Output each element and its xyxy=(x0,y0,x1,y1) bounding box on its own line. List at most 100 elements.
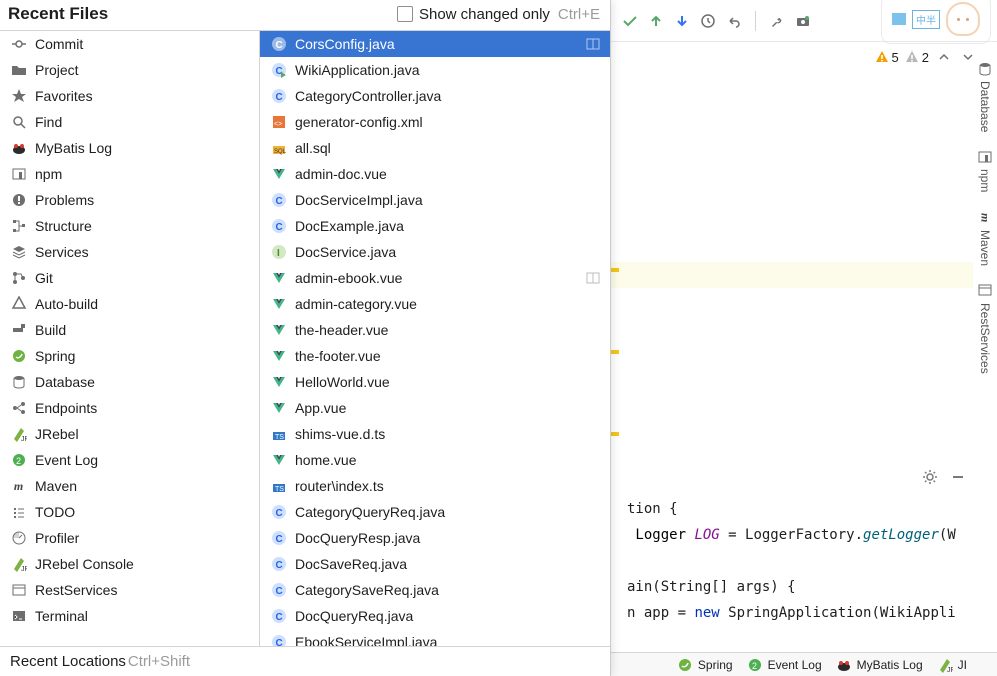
tool-label: Git xyxy=(35,270,53,286)
warnings-yellow[interactable]: 5 xyxy=(875,50,899,65)
code-editor[interactable]: tion { Logger LOG = LoggerFactory.getLog… xyxy=(611,490,997,632)
status-item-mybatis-log[interactable]: MyBatis Log xyxy=(836,656,923,673)
split-icon[interactable] xyxy=(586,271,600,285)
file-item[interactable]: the-footer.vue xyxy=(260,343,610,369)
tool-item-find[interactable]: Find xyxy=(0,109,259,135)
right-tool-database[interactable]: Database xyxy=(977,60,994,132)
camera-icon[interactable] xyxy=(794,12,812,30)
tool-label: Project xyxy=(35,62,79,78)
file-item[interactable]: CCategorySaveReq.java xyxy=(260,577,610,603)
file-item[interactable]: App.vue xyxy=(260,395,610,421)
recent-files-list[interactable]: CCorsConfig.javaCWikiApplication.javaCCa… xyxy=(260,31,610,646)
show-changed-only-toggle[interactable]: Show changed only Ctrl+E xyxy=(397,6,600,23)
gear-icon[interactable] xyxy=(921,468,939,486)
tool-item-jrebel[interactable]: JRJRebel xyxy=(0,421,259,447)
jrebelc-icon: JR xyxy=(10,556,27,573)
class-run-icon: C xyxy=(270,62,287,79)
file-item[interactable]: CCategoryController.java xyxy=(260,83,610,109)
status-item-event-log[interactable]: 2Event Log xyxy=(747,656,822,673)
right-tool-restservices[interactable]: RestServices xyxy=(977,282,994,374)
tool-item-jrebel-console[interactable]: JRJRebel Console xyxy=(0,551,259,577)
file-item[interactable]: TS router\index.ts xyxy=(260,473,610,499)
status-item-ji[interactable]: JRJI xyxy=(937,656,967,673)
ts-icon: TS xyxy=(270,426,287,443)
vue-icon xyxy=(270,400,287,417)
file-item[interactable]: admin-ebook.vue xyxy=(260,265,610,291)
file-item[interactable]: SQLall.sql xyxy=(260,135,610,161)
file-label: DocService.java xyxy=(295,244,396,260)
file-item[interactable]: home.vue xyxy=(260,447,610,473)
tool-item-todo[interactable]: TODO xyxy=(0,499,259,525)
panel-controls xyxy=(921,468,967,486)
tool-item-maven[interactable]: mMaven xyxy=(0,473,259,499)
mascot-widget[interactable]: 中半 xyxy=(881,0,991,44)
file-item[interactable]: CDocServiceImpl.java xyxy=(260,187,610,213)
vue-icon xyxy=(270,374,287,391)
tool-item-spring[interactable]: Spring xyxy=(0,343,259,369)
right-tool-maven[interactable]: mMaven xyxy=(977,209,994,266)
tool-item-mybatis-log[interactable]: MyBatis Log xyxy=(0,135,259,161)
file-item[interactable]: CCategoryQueryReq.java xyxy=(260,499,610,525)
tool-item-services[interactable]: Services xyxy=(0,239,259,265)
file-item[interactable]: HelloWorld.vue xyxy=(260,369,610,395)
tool-item-commit[interactable]: Commit xyxy=(0,31,259,57)
undo-icon[interactable] xyxy=(725,12,743,30)
file-item[interactable]: CCorsConfig.java xyxy=(260,31,610,57)
tool-label: Services xyxy=(35,244,89,260)
right-tool-npm[interactable]: npm xyxy=(977,148,994,192)
file-item[interactable]: CWikiApplication.java xyxy=(260,57,610,83)
tool-item-restservices[interactable]: RestServices xyxy=(0,577,259,603)
file-item[interactable]: admin-doc.vue xyxy=(260,161,610,187)
svg-text:C: C xyxy=(275,638,282,646)
file-item[interactable]: CEbookServiceImpl.java xyxy=(260,629,610,646)
ts-icon: TS xyxy=(270,478,287,495)
minimize-icon[interactable] xyxy=(949,468,967,486)
tool-item-npm[interactable]: npm xyxy=(0,161,259,187)
tool-label: Build xyxy=(35,322,66,338)
pull-icon[interactable] xyxy=(673,12,691,30)
database-icon xyxy=(10,374,27,391)
commit-check-icon[interactable] xyxy=(621,12,639,30)
checkbox-icon[interactable] xyxy=(397,6,413,22)
file-label: CategorySaveReq.java xyxy=(295,582,439,598)
chevron-up-icon[interactable] xyxy=(935,48,953,66)
tool-label: Terminal xyxy=(35,608,88,624)
warnings-gray[interactable]: 2 xyxy=(905,50,929,65)
tool-item-git[interactable]: Git xyxy=(0,265,259,291)
tool-item-endpoints[interactable]: Endpoints xyxy=(0,395,259,421)
folder-icon xyxy=(10,62,27,79)
status-item-spring[interactable]: Spring xyxy=(677,656,733,673)
tool-item-profiler[interactable]: Profiler xyxy=(0,525,259,551)
tool-windows-list[interactable]: Commit Project FavoritesFindMyBatis Lognpm… xyxy=(0,31,260,646)
file-item[interactable]: CDocSaveReq.java xyxy=(260,551,610,577)
file-item[interactable]: TS shims-vue.d.ts xyxy=(260,421,610,447)
tool-label: RestServices xyxy=(35,582,117,598)
tool-item-project[interactable]: Project xyxy=(0,57,259,83)
tool-item-problems[interactable]: Problems xyxy=(0,187,259,213)
wrench-icon[interactable] xyxy=(768,12,786,30)
tool-item-build[interactable]: Build xyxy=(0,317,259,343)
file-item[interactable]: the-header.vue xyxy=(260,317,610,343)
file-item[interactable]: CDocQueryResp.java xyxy=(260,525,610,551)
file-item[interactable]: CDocQueryReq.java xyxy=(260,603,610,629)
tool-item-auto-build[interactable]: Auto-build xyxy=(0,291,259,317)
tool-item-database[interactable]: Database xyxy=(0,369,259,395)
file-label: shims-vue.d.ts xyxy=(295,426,385,442)
svg-text:C: C xyxy=(275,534,282,545)
tool-item-structure[interactable]: Structure xyxy=(0,213,259,239)
split-icon[interactable] xyxy=(586,37,600,51)
popup-body: Commit Project FavoritesFindMyBatis Lognpm… xyxy=(0,31,610,646)
file-item[interactable]: IDocService.java xyxy=(260,239,610,265)
push-icon[interactable] xyxy=(647,12,665,30)
class-icon: C xyxy=(270,634,287,647)
file-label: home.vue xyxy=(295,452,356,468)
history-icon[interactable] xyxy=(699,12,717,30)
tool-item-terminal[interactable]: Terminal xyxy=(0,603,259,629)
file-label: router\index.ts xyxy=(295,478,384,494)
file-item[interactable]: CDocExample.java xyxy=(260,213,610,239)
tool-item-event-log[interactable]: 2Event Log xyxy=(0,447,259,473)
file-item[interactable]: <>generator-config.xml xyxy=(260,109,610,135)
tool-item-favorites[interactable]: Favorites xyxy=(0,83,259,109)
file-item[interactable]: admin-category.vue xyxy=(260,291,610,317)
npm-icon xyxy=(977,148,994,165)
